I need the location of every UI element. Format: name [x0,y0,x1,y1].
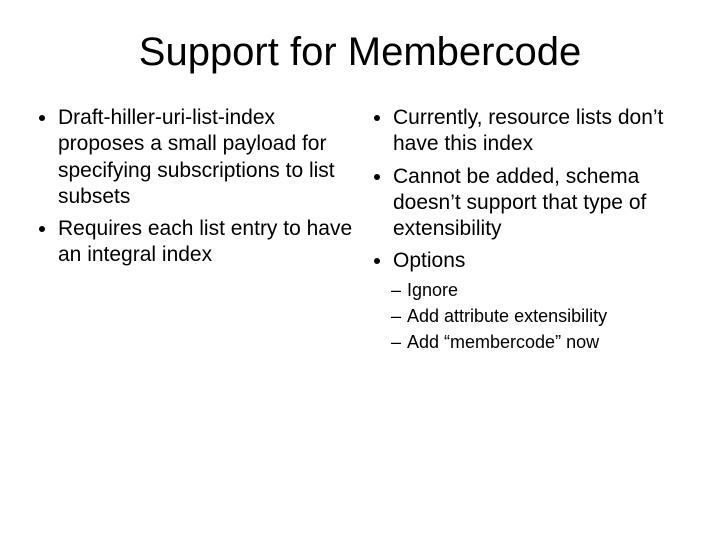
body-columns: Draft-hiller-uri-list-index proposes a s… [30,105,690,361]
left-bullet-list: Draft-hiller-uri-list-index proposes a s… [30,105,355,269]
right-bullet-options: Options Ignore Add attribute extensibili… [393,248,690,354]
options-sublist: Ignore Add attribute extensibility Add “… [393,279,690,355]
options-sub-item: Add “membercode” now [407,331,690,354]
slide-title: Support for Membercode [30,30,690,75]
left-bullet: Requires each list entry to have an inte… [58,216,355,269]
right-column: Currently, resource lists don’t have thi… [365,105,690,361]
left-bullet: Draft-hiller-uri-list-index proposes a s… [58,105,355,210]
slide: Support for Membercode Draft-hiller-uri-… [0,0,720,540]
options-sub-item: Add attribute extensibility [407,305,690,328]
right-bullet: Cannot be added, schema doesn’t support … [393,164,690,243]
right-bullet: Currently, resource lists don’t have thi… [393,105,690,158]
right-bullet-list: Currently, resource lists don’t have thi… [365,105,690,355]
left-column: Draft-hiller-uri-list-index proposes a s… [30,105,355,361]
options-sub-item: Ignore [407,279,690,302]
right-bullet-options-label: Options [393,249,465,272]
